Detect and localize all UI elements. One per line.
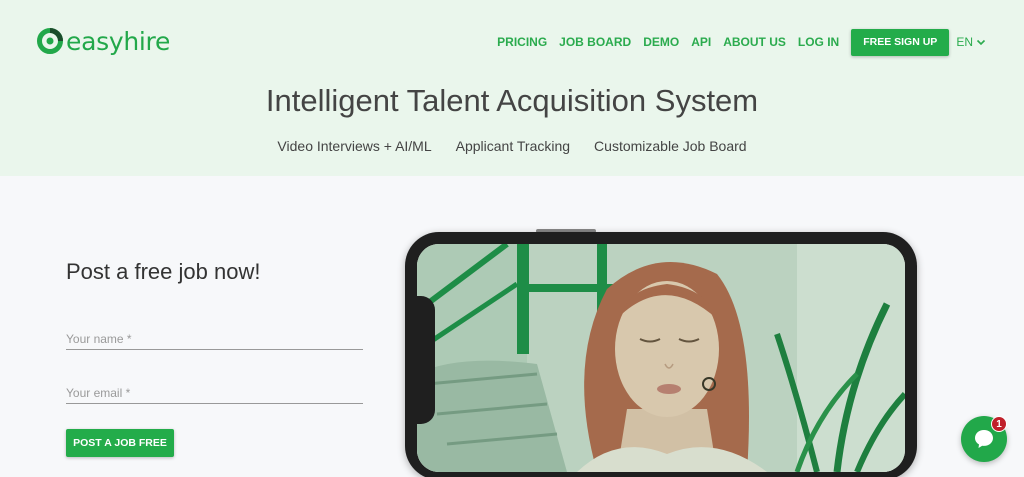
nav-demo[interactable]: DEMO — [643, 35, 679, 49]
chat-notification-badge: 1 — [991, 416, 1007, 432]
name-input[interactable] — [66, 328, 363, 350]
nav-about-us[interactable]: ABOUT US — [723, 35, 786, 49]
hero-title: Intelligent Talent Acquisition System — [265, 83, 759, 118]
feature-list: Video Interviews + AI/ML Applicant Track… — [0, 138, 1024, 154]
feature-item: Video Interviews + AI/ML — [277, 138, 432, 154]
nav-pricing[interactable]: PRICING — [497, 35, 547, 49]
nav-api[interactable]: API — [691, 35, 711, 49]
main-nav: PRICING JOB BOARD DEMO API ABOUT US LOG … — [497, 28, 986, 56]
video-screen[interactable] — [417, 244, 905, 472]
form-title: Post a free job now! — [66, 259, 261, 284]
phone-notch — [417, 296, 435, 424]
language-label: EN — [956, 35, 973, 49]
free-sign-up-button[interactable]: FREE SIGN UP — [851, 28, 950, 56]
feature-item: Applicant Tracking — [455, 138, 571, 154]
feature-item: Customizable Job Board — [594, 138, 747, 154]
phone-mockup — [405, 232, 917, 477]
nav-job-board[interactable]: JOB BOARD — [559, 35, 631, 49]
chevron-down-icon — [976, 39, 986, 46]
brand-name: easyhire — [66, 26, 171, 56]
nav-log-in[interactable]: LOG IN — [798, 35, 839, 49]
language-selector[interactable]: EN — [956, 35, 986, 49]
email-input[interactable] — [66, 382, 363, 404]
video-interview-image — [417, 244, 905, 472]
post-job-button[interactable]: POST A JOB FREE — [66, 429, 174, 457]
easyhire-logo-icon — [37, 28, 63, 54]
chat-bubble-icon — [975, 430, 993, 448]
logo[interactable]: easyhire — [36, 26, 170, 56]
